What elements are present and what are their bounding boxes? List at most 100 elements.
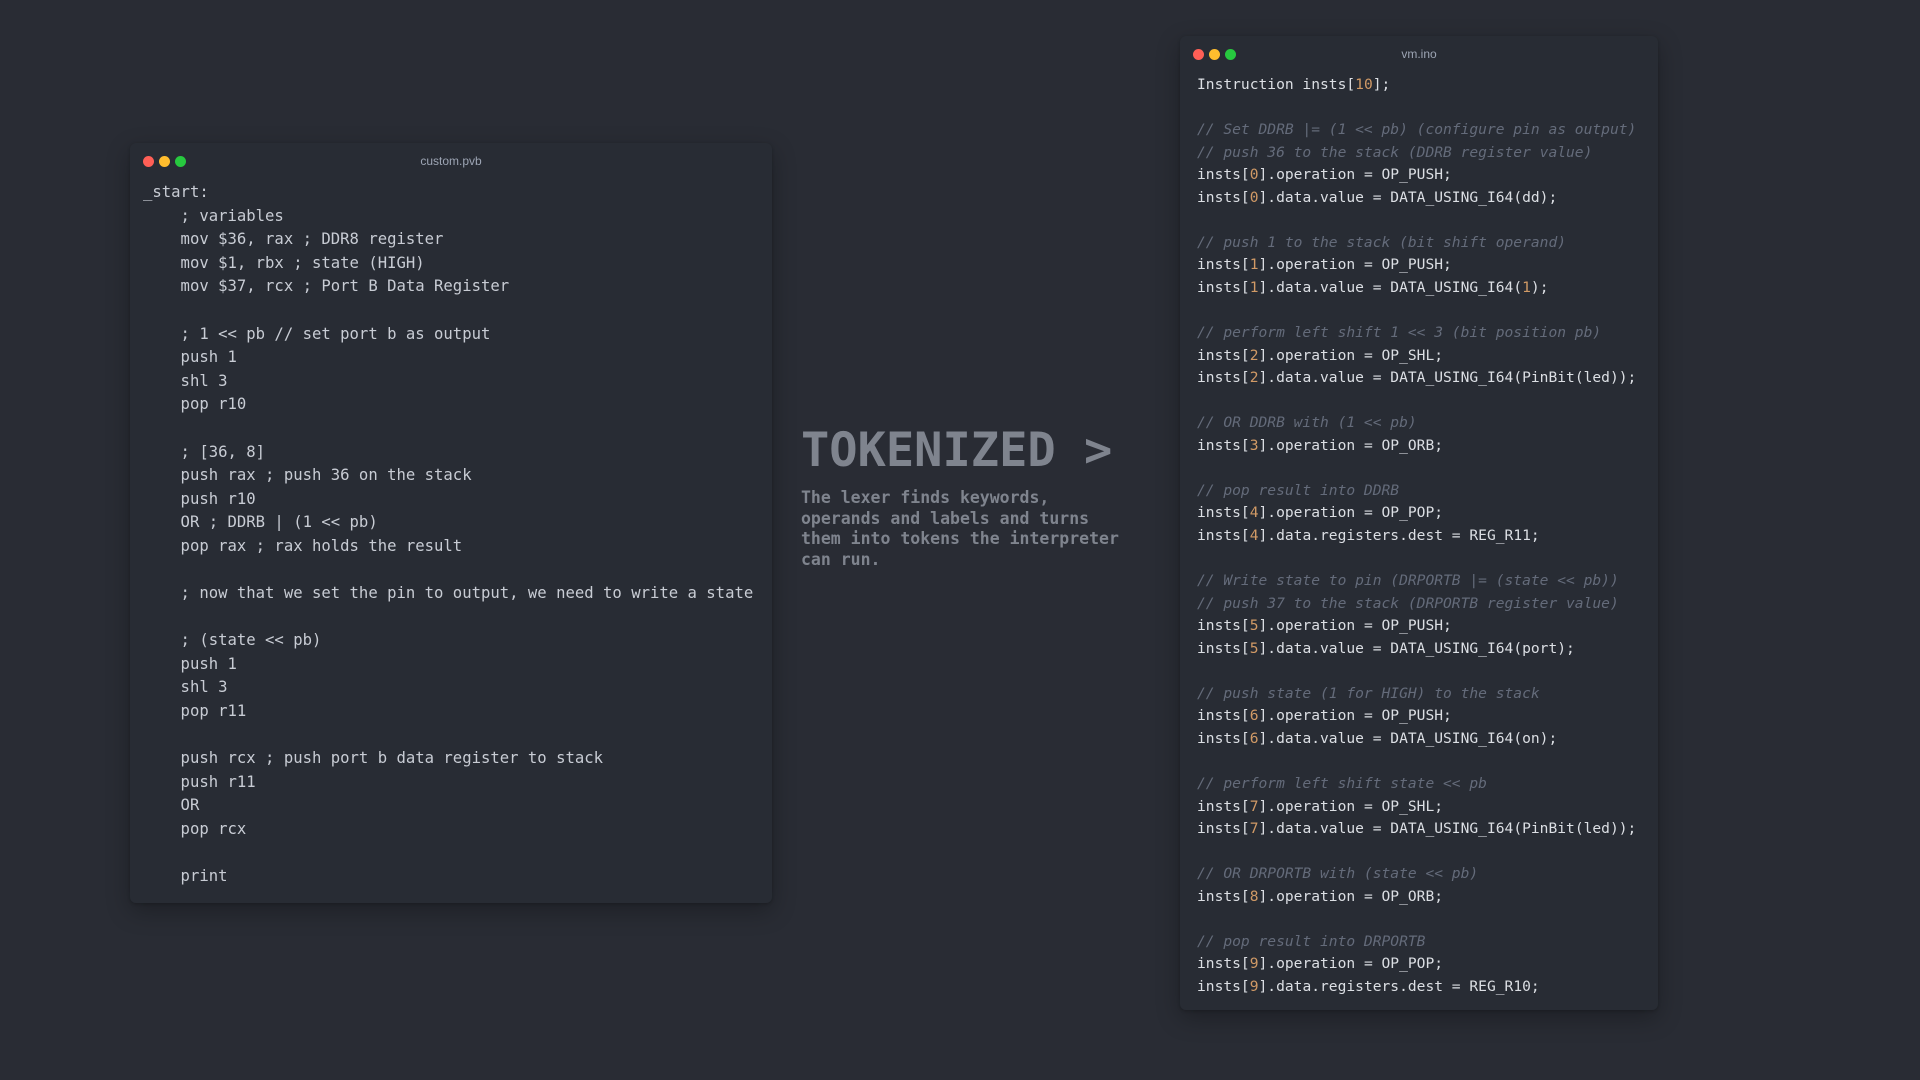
code-token: ].operation = OP_POP; [1258,504,1444,522]
code-token: ].operation = OP_PUSH; [1258,256,1452,274]
code-line: mov $1, rbx ; state (HIGH) [143,253,425,272]
code-token: ].operation = OP_ORB; [1258,436,1444,454]
code-comment: // push state (1 for HIGH) to the stack [1197,684,1540,702]
code-comment: // OR DDRB with (1 << pb) [1197,414,1417,432]
code-token: ].operation = OP_POP; [1258,955,1444,973]
code-token: ].data.registers.dest = REG_R11; [1258,526,1540,544]
code-number: 3 [1249,436,1259,454]
code-token: Instruction insts[ [1197,76,1356,93]
code-line: // perform left shift 1 << 3 (bit positi… [1197,322,1658,345]
code-token: insts[ [1197,188,1250,206]
code-comment: // perform left shift state << pb [1197,774,1487,792]
code-token: insts[ [1197,707,1250,725]
code-line: insts[7].operation = OP_SHL; [1197,796,1658,819]
code-comment: // push 37 to the stack (DRPORTB registe… [1197,594,1619,612]
code-token: insts[ [1197,346,1250,364]
right-window-filename: vm.ino [1401,47,1437,61]
code-number: 1 [1249,256,1259,274]
code-number: 4 [1249,526,1259,544]
code-line: // OR DRPORTB with (state << pb) [1197,863,1658,886]
code-line: // perform left shift state << pb [1197,773,1658,796]
code-number: 1 [1522,278,1531,296]
code-line: insts[3].operation = OP_ORB; [1197,435,1658,458]
code-token: insts[ [1197,797,1250,815]
code-comment: // pop result into DRPORTB [1197,932,1426,950]
code-token: insts[ [1197,617,1250,635]
left-window-titlebar: custom.pvb [130,143,772,181]
code-token: ].operation = OP_PUSH; [1258,617,1452,635]
code-token: insts[ [1197,729,1250,747]
code-token: insts[ [1197,278,1250,296]
code-line: insts[8].operation = OP_ORB; [1197,886,1658,909]
code-token: insts[ [1197,369,1250,387]
code-line: OR ; DDRB | (1 << pb) [143,513,378,532]
code-line: insts[2].operation = OP_SHL; [1197,345,1658,368]
code-number: 0 [1249,166,1259,184]
code-number: 9 [1249,955,1259,973]
code-token: ].data.value = DATA_USING_I64( [1258,278,1523,296]
code-number: 6 [1249,707,1259,725]
tokenized-heading: TOKENIZED > [801,423,1113,478]
code-line: insts[0].data.value = DATA_USING_I64(dd)… [1197,187,1658,210]
code-token: insts[ [1197,504,1250,522]
code-token: insts[ [1197,820,1250,838]
code-line: pop rax ; rax holds the result [143,536,463,555]
right-code-window: vm.ino Instruction insts[10];// Set DDRB… [1180,36,1658,1010]
code-line: ; [36, 8] [143,442,266,461]
code-line: insts[0].operation = OP_PUSH; [1197,164,1658,187]
code-number: 2 [1249,369,1259,387]
code-token: insts[ [1197,887,1250,905]
center-caption: TOKENIZED > The lexer finds keywords, op… [801,420,1161,570]
code-line: push rcx ; push port b data register to … [143,749,604,768]
code-line: push r10 [143,489,256,508]
right-window-titlebar: vm.ino [1180,36,1658,74]
code-line: insts[1].operation = OP_PUSH; [1197,254,1658,277]
code-number: 9 [1249,977,1259,995]
code-line: ; variables [143,206,284,225]
code-line: insts[5].operation = OP_PUSH; [1197,615,1658,638]
code-number: 8 [1249,887,1259,905]
code-line: pop r10 [143,395,247,414]
code-line: shl 3 [143,678,228,697]
code-line: ; 1 << pb // set port b as output [143,324,491,343]
code-line: // Write state to pin (DRPORTB |= (state… [1197,570,1658,593]
code-line: insts[4].operation = OP_POP; [1197,502,1658,525]
code-line: insts[1].data.value = DATA_USING_I64(1); [1197,277,1658,300]
code-token: ].data.value = DATA_USING_I64(on); [1258,729,1558,747]
code-number: 5 [1249,639,1259,657]
left-window-filename: custom.pvb [420,154,482,168]
code-token: ].data.value = DATA_USING_I64(dd); [1258,188,1558,206]
code-number: 5 [1249,617,1259,635]
code-line: insts[7].data.value = DATA_USING_I64(Pin… [1197,818,1658,841]
code-number: 0 [1249,188,1259,206]
code-comment: // Write state to pin (DRPORTB |= (state… [1197,572,1619,590]
code-line: pop rcx [143,820,247,839]
code-line: // OR DDRB with (1 << pb) [1197,412,1658,435]
code-token: ].data.value = DATA_USING_I64(port); [1258,639,1575,657]
code-line: Instruction insts[10]; [1197,74,1658,97]
code-token: insts[ [1197,436,1250,454]
code-token: insts[ [1197,526,1250,544]
code-line: insts[5].data.value = DATA_USING_I64(por… [1197,638,1658,661]
code-comment: // pop result into DDRB [1197,481,1400,499]
left-code-window: custom.pvb _start: ; variables mov $36, … [130,143,772,903]
code-number: 6 [1249,729,1259,747]
code-line: _start: [143,183,209,201]
code-comment: // push 36 to the stack (DDRB register v… [1197,143,1593,161]
code-line: insts[6].operation = OP_PUSH; [1197,705,1658,728]
code-token: insts[ [1197,977,1250,995]
code-token: insts[ [1197,955,1250,973]
code-line: insts[6].data.value = DATA_USING_I64(on)… [1197,728,1658,751]
code-line: insts[4].data.registers.dest = REG_R11; [1197,525,1658,548]
code-number: 7 [1249,820,1259,838]
code-token: ]; [1372,76,1391,93]
code-line: mov $37, rcx ; Port B Data Register [143,277,510,296]
